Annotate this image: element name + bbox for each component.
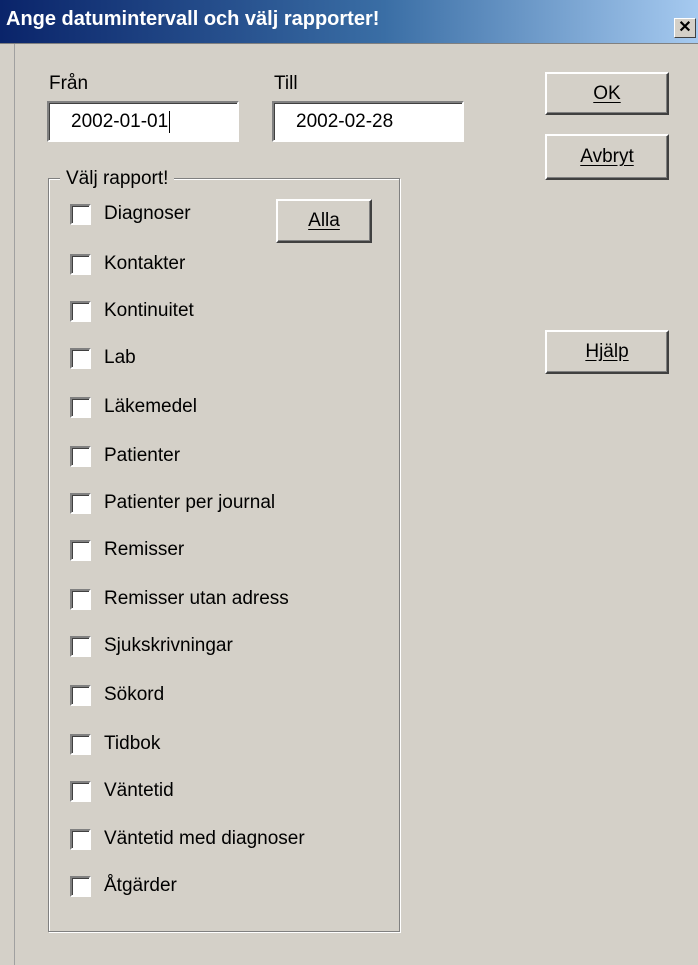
- help-button[interactable]: Hjälp: [545, 330, 669, 374]
- checkbox-box[interactable]: [70, 734, 91, 755]
- from-date-value: 2002-01-01: [71, 111, 169, 132]
- checkbox-box[interactable]: [70, 540, 91, 561]
- checkbox-label: Diagnoser: [104, 203, 191, 224]
- checkbox-label: Sökord: [104, 684, 165, 705]
- checkbox-label: Remisser: [104, 539, 185, 560]
- checkbox-label: Kontakter: [104, 253, 186, 274]
- to-date-input[interactable]: 2002-02-28: [272, 101, 464, 142]
- window-title: Ange datumintervall och välj rapporter!: [6, 8, 380, 30]
- ok-button[interactable]: OK: [545, 72, 669, 115]
- report-group-legend: Välj rapport!: [60, 168, 175, 190]
- checkbox-box[interactable]: [70, 636, 91, 657]
- checkbox-label: Läkemedel: [104, 396, 197, 417]
- checkbox-box[interactable]: [70, 589, 91, 610]
- checkbox-label: Lab: [104, 347, 136, 368]
- checkbox-label: Åtgärder: [104, 875, 177, 896]
- checkbox-label: Sjukskrivningar: [104, 635, 233, 656]
- checkbox-box[interactable]: [70, 397, 91, 418]
- title-bar[interactable]: Ange datumintervall och välj rapporter! …: [0, 0, 698, 44]
- checkbox-box[interactable]: [70, 301, 91, 322]
- checkbox-box[interactable]: [70, 685, 91, 706]
- checkbox-box[interactable]: [70, 493, 91, 514]
- to-label: Till: [274, 73, 298, 94]
- from-label: Från: [49, 73, 89, 94]
- checkbox-label: Remisser utan adress: [104, 588, 289, 609]
- checkbox-box[interactable]: [70, 348, 91, 369]
- report-groupbox: [48, 178, 400, 932]
- checkbox-box[interactable]: [70, 876, 91, 897]
- checkbox-label: Kontinuitet: [104, 300, 194, 321]
- checkbox-label: Väntetid med diagnoser: [104, 828, 305, 849]
- from-date-input[interactable]: 2002-01-01: [47, 101, 239, 142]
- select-all-button[interactable]: Alla: [276, 199, 372, 243]
- window-frame-left: [0, 44, 15, 965]
- checkbox-box[interactable]: [70, 829, 91, 850]
- checkbox-box[interactable]: [70, 254, 91, 275]
- close-icon[interactable]: ✕: [674, 18, 696, 38]
- checkbox-box[interactable]: [70, 204, 91, 225]
- cancel-button[interactable]: Avbryt: [545, 134, 669, 180]
- checkbox-label: Tidbok: [104, 733, 161, 754]
- checkbox-label: Väntetid: [104, 780, 174, 801]
- text-caret: [169, 110, 171, 133]
- checkbox-box[interactable]: [70, 446, 91, 467]
- checkbox-label: Patienter: [104, 445, 181, 466]
- checkbox-box[interactable]: [70, 781, 91, 802]
- to-date-value: 2002-02-28: [296, 111, 394, 132]
- checkbox-label: Patienter per journal: [104, 492, 276, 513]
